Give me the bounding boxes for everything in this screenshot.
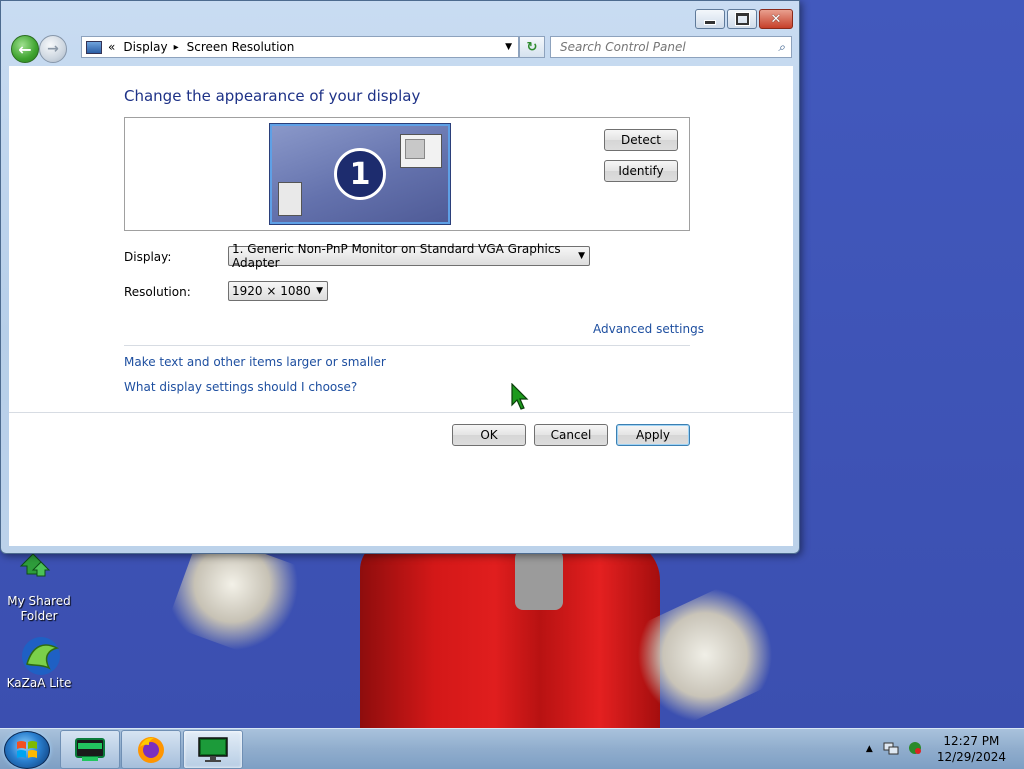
close-button[interactable]: ✕: [759, 9, 793, 29]
monitor-number-badge: 1: [334, 148, 386, 200]
minimize-icon: [704, 19, 716, 25]
back-button[interactable]: ←: [11, 35, 39, 63]
security-icon[interactable]: [907, 740, 923, 759]
refresh-icon: ↻: [526, 39, 538, 55]
breadcrumb-screen-resolution[interactable]: Screen Resolution: [187, 40, 295, 54]
address-dropdown-icon[interactable]: ▼: [505, 42, 512, 52]
start-button[interactable]: [4, 731, 50, 769]
window-thumbnail-icon: [278, 182, 302, 216]
screen-resolution-window: ✕ ← → « Display ▸ Screen Resolution ▼ ↻ …: [0, 0, 800, 554]
desktop-icon-label: Folder: [20, 609, 58, 623]
window-thumbnail-icon: [400, 134, 442, 168]
display-icon: [86, 40, 102, 54]
page-title: Change the appearance of your display: [124, 87, 421, 105]
search-input[interactable]: [558, 39, 762, 55]
identify-button[interactable]: Identify: [604, 160, 678, 182]
breadcrumb-display[interactable]: Display: [123, 40, 167, 54]
text-size-link[interactable]: Make text and other items larger or smal…: [124, 355, 386, 369]
advanced-settings-link[interactable]: Advanced settings: [593, 322, 704, 336]
taskbar-firefox[interactable]: [121, 730, 181, 769]
maximize-icon: [735, 13, 749, 25]
back-arrow-icon: ←: [18, 39, 32, 59]
divider: [9, 412, 793, 413]
divider: [124, 345, 690, 346]
maximize-button[interactable]: [727, 9, 757, 29]
resolution-label: Resolution:: [124, 285, 191, 299]
wallpaper-figure: [360, 540, 660, 728]
system-tray: ▲ 12:27 PM 12/29/2024: [866, 729, 1024, 769]
resolution-select-value: 1920 × 1080: [232, 284, 311, 298]
forward-button[interactable]: →: [39, 35, 67, 63]
taskbar-terminal-app[interactable]: [60, 730, 120, 769]
windows-logo-icon: [17, 741, 37, 758]
search-box[interactable]: ⌕: [550, 36, 792, 58]
window-controls: ✕: [695, 9, 793, 29]
breadcrumb-overflow[interactable]: «: [108, 40, 115, 54]
breadcrumb-separator-icon[interactable]: ▸: [174, 42, 179, 53]
ok-button[interactable]: OK: [452, 424, 526, 446]
address-bar[interactable]: « Display ▸ Screen Resolution ▼: [81, 36, 519, 58]
shared-folder-icon: [19, 552, 59, 592]
display-help-link[interactable]: What display settings should I choose?: [124, 380, 357, 394]
forward-arrow-icon: →: [47, 41, 59, 57]
display-select[interactable]: 1. Generic Non-PnP Monitor on Standard V…: [228, 242, 590, 270]
resolution-select[interactable]: 1920 × 1080 ▼: [228, 281, 328, 301]
desktop-icon-kazaa-lite[interactable]: KaZaA Lite: [0, 634, 78, 691]
network-icon[interactable]: [883, 740, 899, 759]
close-icon: ✕: [770, 11, 782, 27]
desktop-icon-my-shared-folder[interactable]: My Shared Folder: [0, 552, 78, 624]
mouse-cursor-icon: [511, 382, 531, 411]
apply-button[interactable]: Apply: [616, 424, 690, 446]
desktop-icon-label: KaZaA Lite: [6, 676, 72, 690]
display-settings-icon: [198, 736, 228, 762]
clock-date: 12/29/2024: [936, 750, 1006, 764]
terminal-app-icon: [75, 737, 105, 761]
chevron-down-icon: ▼: [316, 286, 323, 296]
cancel-button[interactable]: Cancel: [534, 424, 608, 446]
clock[interactable]: 12:27 PM 12/29/2024: [937, 733, 1006, 765]
taskbar: ▲ 12:27 PM 12/29/2024: [0, 728, 1024, 769]
minimize-button[interactable]: [695, 9, 725, 29]
search-icon[interactable]: ⌕: [778, 40, 785, 55]
detect-button[interactable]: Detect: [604, 129, 678, 151]
content-area: Change the appearance of your display 1 …: [9, 66, 793, 546]
display-select-value: 1. Generic Non-PnP Monitor on Standard V…: [232, 242, 561, 270]
monitor-1-preview[interactable]: 1: [269, 123, 451, 225]
monitor-preview-area: 1 Detect Identify: [124, 117, 690, 231]
firefox-icon: [138, 736, 164, 763]
display-label: Display:: [124, 250, 172, 264]
desktop-icon-label: My Shared: [7, 594, 71, 608]
refresh-button[interactable]: ↻: [519, 36, 545, 58]
kazaa-icon: [19, 634, 60, 675]
show-hidden-icons-icon[interactable]: ▲: [866, 744, 873, 754]
chevron-down-icon: ▼: [578, 251, 585, 261]
taskbar-display-settings[interactable]: [183, 730, 243, 769]
clock-time: 12:27 PM: [943, 734, 1000, 748]
